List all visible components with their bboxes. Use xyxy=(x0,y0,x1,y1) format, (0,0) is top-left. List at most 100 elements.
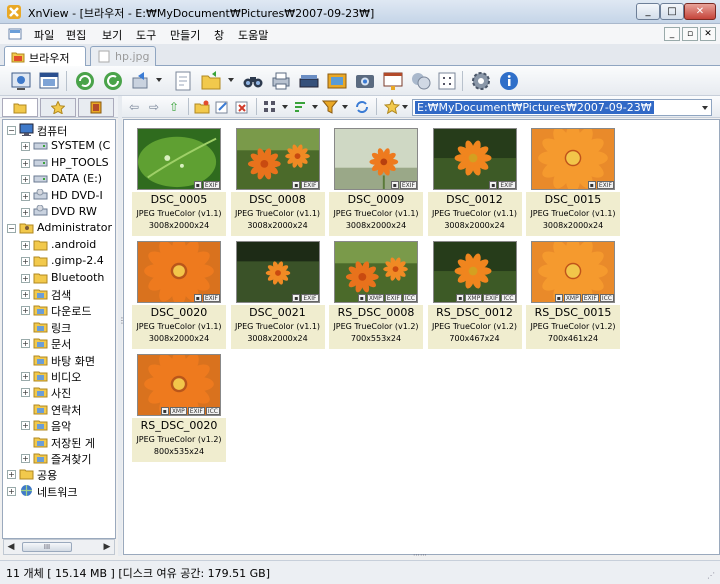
select-checkbox-icon[interactable]: ▪ xyxy=(193,294,202,302)
layout-icon[interactable] xyxy=(436,70,458,92)
expand-icon[interactable]: + xyxy=(21,142,30,152)
back-arrow-icon[interactable]: ⇦ xyxy=(126,99,142,115)
window-icon[interactable] xyxy=(38,70,60,92)
thumbnail-item[interactable]: ▪ EXIF DSC_0005 JPEG TrueColor (v1.1) 3008x2… xyxy=(132,124,226,236)
expand-icon[interactable]: + xyxy=(21,175,30,185)
select-checkbox-icon[interactable]: ▪ xyxy=(357,294,366,302)
thumbnail-view[interactable]: ▪ EXIF DSC_0005 JPEG TrueColor (v1.1) 3008x2… xyxy=(123,119,720,555)
menu-file[interactable]: 파일 xyxy=(32,27,56,43)
menu-help[interactable]: 도움말 xyxy=(236,27,270,43)
binoculars-icon[interactable] xyxy=(242,70,264,92)
select-checkbox-icon[interactable]: ▪ xyxy=(390,181,399,189)
scroll-right-icon[interactable]: ▶ xyxy=(102,542,112,552)
expand-icon[interactable]: + xyxy=(7,486,16,496)
tab-categories[interactable] xyxy=(78,98,114,117)
thumbnail-image[interactable]: ▪ XMP EXIF ICC xyxy=(531,241,615,303)
sort-icon[interactable] xyxy=(292,99,308,115)
webpage-icon[interactable] xyxy=(382,70,404,92)
bottom-splitter-grip-icon[interactable]: ⋯⋯ xyxy=(405,552,435,559)
path-input[interactable]: E:₩MyDocument₩Pictures₩2007-09-23₩ xyxy=(415,101,654,114)
thumbnail-image[interactable]: ▪ EXIF xyxy=(235,128,320,190)
select-checkbox-icon[interactable]: ▪ xyxy=(456,294,465,302)
refresh-icon[interactable] xyxy=(74,70,96,92)
tab-image-file[interactable]: hp.jpg xyxy=(90,46,156,66)
expand-icon[interactable]: + xyxy=(21,290,30,299)
thumbnail-item[interactable]: ▪ XMP EXIF ICC RS_DSC_0015 JPEG TrueColor (v1… xyxy=(526,237,620,349)
thumbnail-image[interactable]: ▪ EXIF xyxy=(432,128,517,190)
path-combobox[interactable]: E:₩MyDocument₩Pictures₩2007-09-23₩ xyxy=(412,99,712,116)
minimize-button[interactable]: _ xyxy=(636,3,660,20)
pane-splitter[interactable]: ⋮ xyxy=(118,96,126,556)
expand-icon[interactable]: + xyxy=(21,191,30,201)
new-folder-icon[interactable] xyxy=(194,99,210,115)
thumbnail-item[interactable]: ▪ XMP EXIF ICC RS_DSC_0008 JPEG TrueColor (v1… xyxy=(329,237,423,349)
print-icon[interactable] xyxy=(270,70,292,92)
tab-folders[interactable] xyxy=(2,98,38,117)
close-button[interactable]: ✕ xyxy=(684,3,716,20)
slideshow-icon[interactable] xyxy=(326,70,348,92)
scrollbar-thumb[interactable]: III xyxy=(22,542,72,552)
thumbnail-item[interactable]: ▪ EXIF DSC_0020 JPEG TrueColor (v1.1) 3008x2… xyxy=(132,237,226,349)
thumbnail-image[interactable]: ▪ XMP EXIF ICC xyxy=(137,354,221,416)
tab-browser[interactable]: 브라우저 xyxy=(4,46,86,66)
parent-folder-icon[interactable]: ⇧ xyxy=(166,99,182,115)
sort-dropdown[interactable] xyxy=(312,105,318,109)
expand-icon[interactable]: + xyxy=(7,470,16,480)
expand-icon[interactable]: + xyxy=(21,208,30,217)
expand-icon[interactable]: + xyxy=(21,388,30,398)
scroll-left-icon[interactable]: ◀ xyxy=(6,542,16,552)
select-checkbox-icon[interactable]: ▪ xyxy=(160,407,169,415)
filter-dropdown[interactable] xyxy=(342,105,348,109)
expand-icon[interactable]: + xyxy=(21,158,30,168)
thumbnail-item[interactable]: ▪ EXIF DSC_0021 JPEG TrueColor (v1.1) 3008x2… xyxy=(230,237,325,349)
thumbnail-image[interactable]: ▪ EXIF xyxy=(235,241,320,303)
thumbnail-item[interactable]: ▪ XMP EXIF ICC RS_DSC_0012 JPEG TrueColor (v1… xyxy=(427,237,522,349)
resize-grip-icon[interactable]: ⋰ xyxy=(707,571,717,581)
info-icon[interactable] xyxy=(498,70,520,92)
mdi-close-button[interactable]: ✕ xyxy=(700,27,716,41)
expand-icon[interactable]: + xyxy=(21,273,30,283)
thumbnail-image[interactable]: ▪ EXIF xyxy=(334,128,418,190)
select-checkbox-icon[interactable]: ▪ xyxy=(587,181,596,189)
collapse-icon[interactable]: − xyxy=(7,224,16,234)
select-checkbox-icon[interactable]: ▪ xyxy=(489,181,498,189)
menu-tools[interactable]: 도구 xyxy=(134,27,158,43)
expand-icon[interactable]: + xyxy=(21,257,30,267)
thumbnail-image[interactable]: ▪ EXIF xyxy=(531,128,615,190)
delete-icon[interactable] xyxy=(234,99,250,115)
xnview-app-icon[interactable] xyxy=(6,4,22,20)
favorites-dropdown[interactable] xyxy=(402,105,408,109)
tab-favorites[interactable] xyxy=(40,98,76,117)
view-mode-icon[interactable] xyxy=(262,99,278,115)
expand-icon[interactable]: + xyxy=(21,372,30,381)
tree-horizontal-scrollbar[interactable]: ◀ III ▶ xyxy=(3,539,115,555)
add-favorite-icon[interactable] xyxy=(384,99,400,115)
menu-create[interactable]: 만들기 xyxy=(168,27,202,43)
maximize-button[interactable]: □ xyxy=(660,3,684,20)
menu-view[interactable]: 보기 xyxy=(100,27,124,43)
thumbnail-item[interactable]: ▪ EXIF DSC_0008 JPEG TrueColor (v1.1) 3008x2… xyxy=(230,124,325,236)
collapse-icon[interactable]: − xyxy=(7,126,16,135)
menu-edit[interactable]: 편집 xyxy=(64,27,88,43)
view-mode-dropdown[interactable] xyxy=(282,105,288,109)
expand-icon[interactable]: + xyxy=(21,240,30,250)
thumbnail-image[interactable]: ▪ XMP EXIF ICC xyxy=(432,241,517,303)
mdi-restore-button[interactable]: ▫ xyxy=(682,27,698,41)
thumbnail-item[interactable]: ▪ EXIF DSC_0012 JPEG TrueColor (v1.1) 3008x2… xyxy=(427,124,522,236)
folder-tree[interactable]: − 컴퓨터 + SYSTEM (C + HP_TOOLS + DATA (E:) + HD DVD… xyxy=(2,119,116,539)
select-checkbox-icon[interactable]: ▪ xyxy=(554,294,563,302)
capture-icon[interactable] xyxy=(354,70,376,92)
mdi-minimize-button[interactable]: _ xyxy=(664,27,680,41)
menu-window[interactable]: 창 xyxy=(212,27,226,43)
select-checkbox-icon[interactable]: ▪ xyxy=(193,181,202,189)
expand-icon[interactable]: + xyxy=(21,421,30,431)
transfer-dropdown[interactable] xyxy=(156,78,162,82)
open-dropdown[interactable] xyxy=(228,78,234,82)
filter-icon[interactable] xyxy=(322,99,338,115)
convert-icon[interactable] xyxy=(410,70,432,92)
transfer-icon[interactable] xyxy=(130,70,152,92)
expand-icon[interactable]: + xyxy=(21,339,30,349)
thumbnail-image[interactable]: ▪ EXIF xyxy=(137,128,221,190)
rotate-icon[interactable] xyxy=(102,70,124,92)
document-menu-icon[interactable] xyxy=(8,27,22,41)
